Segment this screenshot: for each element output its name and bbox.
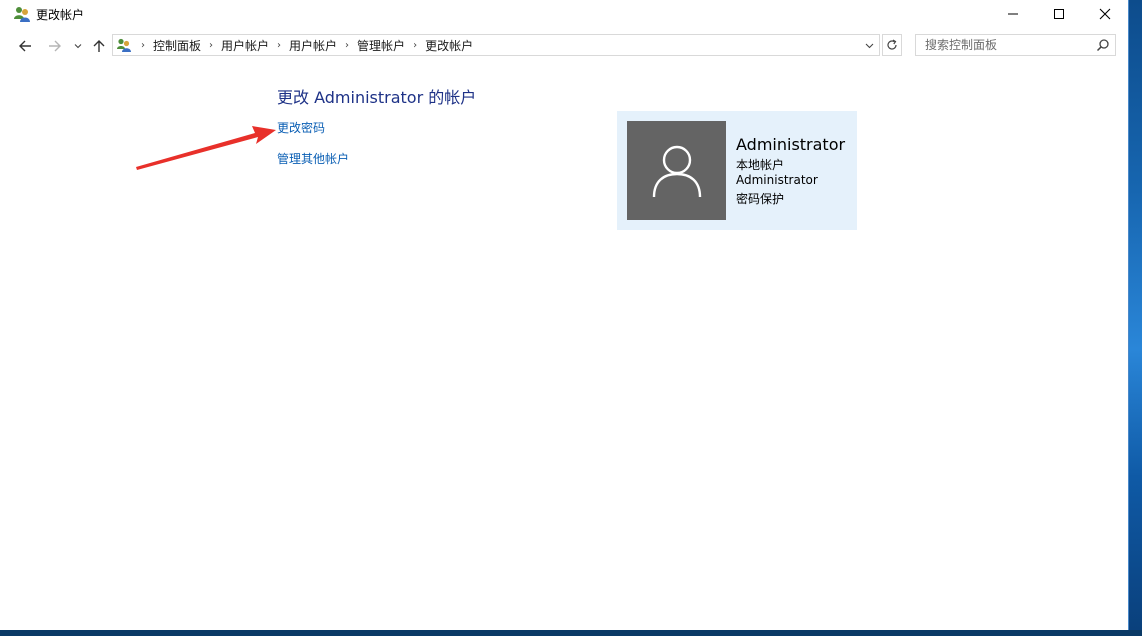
minimize-button[interactable] xyxy=(990,0,1036,28)
refresh-icon xyxy=(887,39,897,50)
account-name: Administrator xyxy=(736,135,846,154)
maximize-button[interactable] xyxy=(1036,0,1082,28)
breadcrumb-item-manage-accounts[interactable]: 管理帐户 xyxy=(353,37,409,54)
forward-button[interactable] xyxy=(45,36,65,56)
change-password-link[interactable]: 更改密码 xyxy=(277,119,325,136)
breadcrumb-separator-icon[interactable]: › xyxy=(205,40,217,51)
breadcrumb-item-change-account[interactable]: 更改帐户 xyxy=(421,37,477,54)
breadcrumb-separator-icon[interactable]: › xyxy=(341,40,353,51)
red-arrow-annotation xyxy=(136,126,276,170)
back-arrow-icon xyxy=(19,40,31,52)
account-group: Administrator xyxy=(736,173,818,187)
user-accounts-icon xyxy=(14,7,30,22)
search-icon[interactable] xyxy=(1096,38,1110,52)
control-panel-window: 更改帐户 › 控制面板 › 用户帐户 › 用户帐户 › 管理帐户 › 更改帐户 … xyxy=(0,0,1129,630)
manage-other-accounts-link[interactable]: 管理其他帐户 xyxy=(277,150,349,167)
minimize-icon xyxy=(1008,13,1018,15)
address-history-button[interactable] xyxy=(861,35,877,55)
recent-locations-button[interactable] xyxy=(72,36,84,56)
up-button[interactable] xyxy=(89,36,109,56)
desktop-background xyxy=(1128,0,1142,636)
breadcrumb-separator-icon[interactable]: › xyxy=(137,40,149,51)
control-panel-icon xyxy=(117,38,131,52)
forward-arrow-icon xyxy=(49,40,61,52)
account-password-status: 密码保护 xyxy=(736,192,785,206)
breadcrumb-separator-icon[interactable]: › xyxy=(273,40,285,51)
breadcrumb: › 控制面板 › 用户帐户 › 用户帐户 › 管理帐户 › 更改帐户 xyxy=(137,35,477,55)
refresh-button[interactable] xyxy=(882,34,902,56)
avatar xyxy=(627,121,726,220)
breadcrumb-item-control-panel[interactable]: 控制面板 xyxy=(149,37,205,54)
account-card: Administrator 本地帐户 Administrator 密码保护 xyxy=(617,111,857,230)
chevron-down-icon xyxy=(865,43,873,48)
up-arrow-icon xyxy=(93,40,105,52)
user-silhouette-icon xyxy=(652,145,701,197)
breadcrumb-item-user-accounts[interactable]: 用户帐户 xyxy=(217,37,273,54)
title-bar[interactable]: 更改帐户 xyxy=(0,0,1128,28)
page-title: 更改 Administrator 的帐户 xyxy=(277,88,477,107)
close-button[interactable] xyxy=(1082,0,1128,28)
window-title: 更改帐户 xyxy=(36,8,85,22)
breadcrumb-separator-icon[interactable]: › xyxy=(409,40,421,51)
back-button[interactable] xyxy=(15,36,35,56)
account-type: 本地帐户 xyxy=(736,158,785,172)
address-bar[interactable]: › 控制面板 › 用户帐户 › 用户帐户 › 管理帐户 › 更改帐户 xyxy=(112,34,880,56)
breadcrumb-item-user-accounts-sub[interactable]: 用户帐户 xyxy=(285,37,341,54)
chevron-down-icon xyxy=(74,44,82,49)
taskbar-edge xyxy=(0,630,1142,636)
close-icon xyxy=(1099,8,1111,20)
search-input[interactable] xyxy=(915,34,1116,56)
maximize-icon xyxy=(1054,9,1064,19)
